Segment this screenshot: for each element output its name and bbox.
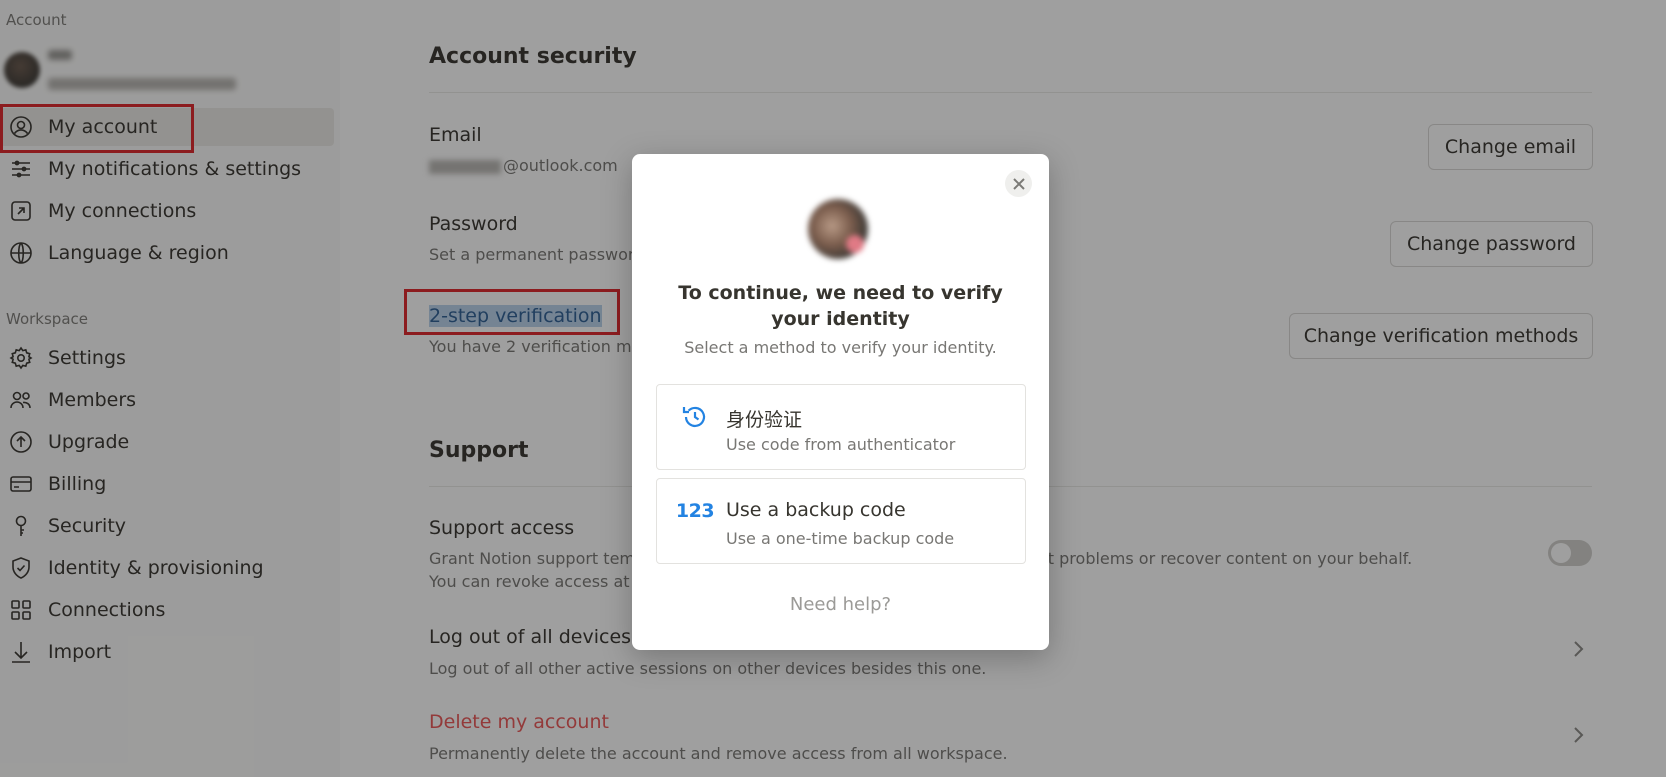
close-icon — [1012, 177, 1025, 190]
user-avatar — [808, 199, 868, 259]
verify-identity-dialog: To continue, we need to verify your iden… — [632, 154, 1049, 650]
settings-window: Account My account My notifications & se… — [0, 0, 1666, 777]
authenticator-clock-icon — [679, 403, 711, 431]
backup-code-icon: 123 — [675, 497, 715, 525]
dialog-subtitle: Select a method to verify your identity. — [684, 338, 997, 357]
backup-code-method-option[interactable]: 123 Use a backup code Use a one-time bac… — [656, 478, 1026, 564]
backup-code-icon-text: 123 — [675, 500, 715, 522]
dialog-title: To continue, we need to verify your iden… — [678, 282, 1003, 330]
authenticator-method-option[interactable]: 身份验证 Use code from authenticator — [656, 384, 1026, 470]
method-description: Use code from authenticator — [726, 435, 956, 454]
method-title: 身份验证 — [726, 409, 803, 431]
method-description: Use a one-time backup code — [726, 529, 955, 548]
close-button[interactable] — [1005, 170, 1032, 197]
method-title: Use a backup code — [726, 499, 906, 521]
need-help-link[interactable]: Need help? — [632, 594, 1049, 615]
